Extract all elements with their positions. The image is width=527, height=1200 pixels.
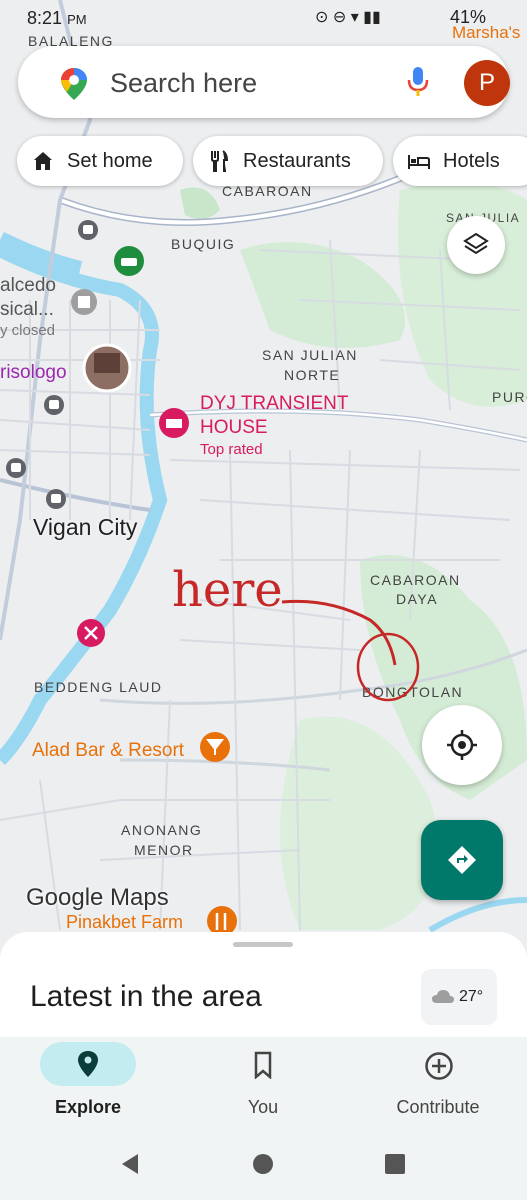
poi-green-marker-icon[interactable] [112, 244, 146, 278]
chip-restaurants[interactable]: Restaurants [193, 136, 383, 186]
label-alad-bar[interactable]: Alad Bar & Resort [32, 740, 184, 762]
my-location-button[interactable] [422, 705, 502, 785]
label-vigan-city: Vigan City [33, 514, 138, 540]
status-bar: 8:21 PM ⊙ ⊖ ▾ ▮▮ 41% [0, 0, 527, 34]
label-risologo[interactable]: risologo [0, 362, 67, 384]
home-circle-icon[interactable] [252, 1153, 274, 1175]
nav-you[interactable]: You [183, 1037, 343, 1132]
label-norte: NORTE [284, 367, 341, 383]
chip-label: Restaurants [243, 149, 351, 172]
label-beddeng-laud: BEDDENG LAUD [34, 679, 163, 695]
annotation-here-text: here [172, 562, 283, 618]
avatar[interactable]: P [464, 60, 510, 106]
label-alcedo: alcedo [0, 275, 56, 296]
bus-stop-icon[interactable] [45, 488, 67, 510]
search-bar[interactable]: Search here P [18, 46, 510, 118]
search-input[interactable]: Search here [110, 68, 257, 99]
poi-bar-marker-icon[interactable] [198, 730, 232, 764]
temperature: 27° [459, 988, 484, 1005]
explore-pin-icon [78, 1051, 98, 1077]
status-ampm: PM [67, 12, 87, 27]
label-sical: sical... [0, 299, 54, 320]
nav-label: Explore [54, 1097, 122, 1117]
recents-icon[interactable] [384, 1153, 406, 1175]
chip-label: Set home [67, 149, 153, 172]
label-dyj-rating: Top rated [200, 441, 263, 458]
status-time: 8:21 PM [27, 8, 87, 29]
add-circle-icon [425, 1052, 453, 1080]
label-san-julian: SAN JULIAN [262, 347, 358, 363]
chip-label: Hotels [443, 149, 500, 172]
nav-explore[interactable]: Explore [8, 1037, 168, 1132]
hotel-icon [408, 155, 430, 169]
cloud-icon [432, 990, 454, 1003]
bus-stop-icon[interactable] [5, 457, 27, 479]
bookmark-icon [254, 1051, 272, 1079]
maps-pin-logo-icon [61, 68, 87, 100]
status-icons: ⊙ ⊖ ▾ ▮▮ [315, 9, 381, 26]
weather-widget[interactable]: 27° [421, 969, 497, 1025]
label-puro: PURO [492, 389, 527, 405]
nav-label: Contribute [396, 1097, 480, 1117]
layers-button[interactable] [447, 216, 505, 274]
google-maps-watermark: Google Maps [26, 884, 169, 911]
restaurant-icon [211, 150, 229, 172]
directions-button[interactable] [421, 820, 503, 900]
crosshair-icon [447, 730, 477, 760]
sheet-drag-handle[interactable] [233, 942, 293, 947]
nav-contribute[interactable]: Contribute [358, 1037, 518, 1132]
bus-stop-icon[interactable] [77, 219, 99, 241]
chip-hotels[interactable]: Hotels [393, 136, 527, 186]
nav-label: You [247, 1097, 279, 1117]
label-anonang: ANONANG [121, 822, 203, 838]
layers-icon [463, 232, 489, 255]
home-icon [34, 152, 52, 170]
bottom-nav: Explore You Contribute [0, 1037, 527, 1132]
poi-museum-icon[interactable] [69, 287, 99, 317]
poi-hotel-marker-icon[interactable] [157, 406, 191, 440]
back-icon[interactable] [118, 1152, 142, 1176]
label-buquig: BUQUIG [171, 236, 236, 252]
label-closed: y closed [0, 322, 56, 339]
annotation-arrow [281, 599, 420, 702]
sheet-title: Latest in the area [30, 980, 262, 1013]
system-nav-bar [0, 1132, 527, 1200]
mic-icon[interactable] [403, 64, 433, 100]
label-dyj-line2[interactable]: HOUSE [200, 417, 268, 439]
poi-photo-thumbnail[interactable] [82, 343, 132, 393]
label-menor: MENOR [134, 842, 194, 858]
directions-icon [448, 846, 476, 874]
bus-stop-icon[interactable] [43, 394, 65, 416]
status-time-value: 8:21 [27, 8, 63, 28]
chip-set-home[interactable]: Set home [17, 136, 183, 186]
battery-percent: 41% [450, 7, 487, 27]
poi-pink-marker-icon[interactable] [75, 617, 107, 649]
label-cabaroan-daya-1: CABAROAN [370, 572, 461, 588]
label-pinakbet-farm[interactable]: Pinakbet Farm [66, 912, 183, 933]
label-dyj-line1[interactable]: DYJ TRANSIENT [200, 393, 349, 415]
